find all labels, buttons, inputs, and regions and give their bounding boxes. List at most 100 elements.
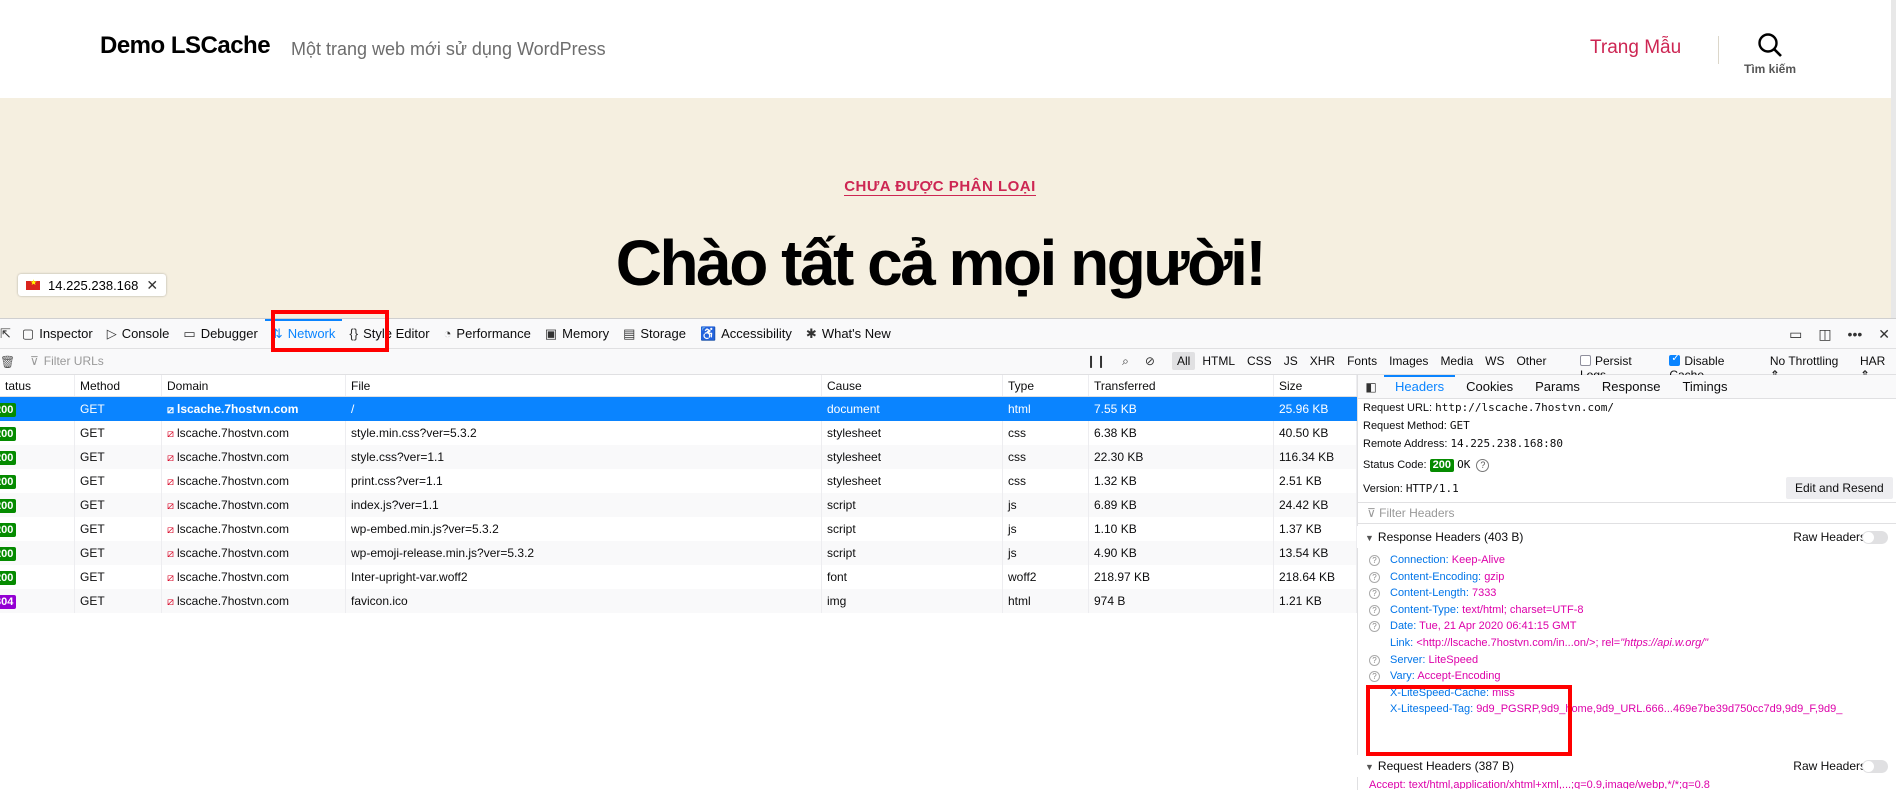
filter-headers-input[interactable]: ⊽ Filter Headers <box>1357 502 1896 524</box>
tab-network[interactable]: ⇅ Network <box>264 318 343 349</box>
tab-accessibility[interactable]: ♿ Accessibility <box>693 319 799 349</box>
filter-ws[interactable]: WS <box>1480 352 1509 370</box>
help-icon[interactable]: ? <box>1369 588 1380 600</box>
filter-urls-input[interactable]: ⊽ Filter URLs <box>30 354 104 368</box>
dock-options-icon[interactable]: ◫ <box>1818 326 1831 343</box>
close-icon[interactable]: ✕ <box>146 277 158 294</box>
pause-icon[interactable]: ❙❙ <box>1086 354 1106 369</box>
close-devtools-icon[interactable]: ✕ <box>1878 326 1890 343</box>
request-headers-section[interactable]: ▼ Request Headers (387 B) Raw Headers <box>1357 755 1896 777</box>
insecure-lock-icon: ⧄ <box>167 428 174 440</box>
response-header-line[interactable]: X-Litespeed-Tag: 9d9_PGSRP,9d9_home,9d9_… <box>1369 699 1842 719</box>
cell-type: css <box>1003 421 1089 445</box>
help-icon[interactable]: ? <box>1369 621 1380 633</box>
responsive-design-icon[interactable]: ▭ <box>1789 326 1802 343</box>
table-row[interactable]: 200GET⧄lscache.7hostvn.comwp-embed.min.j… <box>0 517 1357 541</box>
response-headers-section[interactable]: ▼ Response Headers (403 B) Raw Headers <box>1357 526 1896 548</box>
cell-size: 1.21 KB <box>1274 589 1357 613</box>
element-picker-button[interactable]: ⇱ <box>0 319 15 349</box>
cell-file: Inter-upright-var.woff2 <box>346 565 822 589</box>
console-icon: ▷ <box>106 325 117 341</box>
column-method[interactable]: Method <box>75 375 162 396</box>
table-row[interactable]: 200GET⧄lscache.7hostvn.comprint.css?ver=… <box>0 469 1357 493</box>
filter-fonts[interactable]: Fonts <box>1342 352 1382 370</box>
column-type[interactable]: Type <box>1003 375 1089 396</box>
section-title: Response Headers (403 B) <box>1377 530 1524 544</box>
column-size[interactable]: Size <box>1274 375 1357 396</box>
filter-images[interactable]: Images <box>1384 352 1433 370</box>
tab-label: Performance <box>456 326 531 341</box>
expand-triangle-icon: ▼ <box>1365 762 1374 772</box>
column-transferred[interactable]: Transferred <box>1089 375 1274 396</box>
help-icon[interactable]: ? <box>1476 459 1490 472</box>
filter-html[interactable]: HTML <box>1197 352 1240 370</box>
help-icon[interactable]: ? <box>1369 654 1380 666</box>
table-row[interactable]: 200GET⧄lscache.7hostvn.comindex.js?ver=1… <box>0 493 1357 517</box>
column-status[interactable]: tatus <box>0 375 75 396</box>
tab-params[interactable]: Params <box>1524 375 1591 399</box>
whats-new-icon: ✱ <box>805 325 817 341</box>
tab-style-editor[interactable]: {} Style Editor <box>342 319 436 349</box>
label: Version: <box>1363 483 1403 495</box>
network-icon: ⇅ <box>271 325 283 341</box>
search-icon[interactable]: ⌕ <box>1122 354 1129 369</box>
search-toggle[interactable]: Tìm kiếm <box>1735 32 1805 76</box>
tab-timings[interactable]: Timings <box>1671 375 1738 399</box>
request-header-line: Accept: text/html,application/xhtml+xml,… <box>1369 777 1710 789</box>
block-icon[interactable]: ⊘ <box>1145 354 1155 369</box>
table-row[interactable]: 200GET⧄lscache.7hostvn.com/documenthtml7… <box>0 397 1357 421</box>
raw-headers-toggle[interactable] <box>1862 760 1888 773</box>
column-cause[interactable]: Cause <box>822 375 1003 396</box>
site-title[interactable]: Demo LSCache <box>100 32 271 60</box>
toggle-panel-icon[interactable]: ◧ <box>1358 380 1384 394</box>
tab-memory[interactable]: ▣ Memory <box>538 319 616 349</box>
help-icon[interactable]: ? <box>1369 671 1380 683</box>
tab-console[interactable]: ▷ Console <box>100 319 177 349</box>
cell-method: GET <box>75 541 162 565</box>
value: GET <box>1449 419 1470 432</box>
tab-response[interactable]: Response <box>1591 375 1672 399</box>
cell-size: 116.34 KB <box>1274 445 1357 469</box>
category-link[interactable]: CHƯA ĐƯỢC PHÂN LOẠI <box>844 178 1036 196</box>
domain-text: lscache.7hostvn.com <box>177 594 290 608</box>
tab-whats-new[interactable]: ✱ What's New <box>799 319 898 349</box>
tab-cookies[interactable]: Cookies <box>1455 375 1524 399</box>
filter-css[interactable]: CSS <box>1242 352 1277 370</box>
tab-storage[interactable]: ▤ Storage <box>616 319 693 349</box>
filter-xhr[interactable]: XHR <box>1305 352 1340 370</box>
cell-domain: ⧄ lscache.7hostvn.com <box>162 445 346 469</box>
cell-transferred: 4.90 KB <box>1089 541 1274 565</box>
header-value: gzip <box>1484 570 1505 583</box>
raw-headers-toggle[interactable] <box>1862 531 1888 544</box>
tab-inspector[interactable]: ▢ Inspector <box>15 319 100 349</box>
tab-headers[interactable]: Headers <box>1384 374 1456 399</box>
nav-link-trang-mau[interactable]: Trang Mẫu <box>1590 37 1681 59</box>
header-value: LiteSpeed <box>1428 653 1479 666</box>
filter-js[interactable]: JS <box>1279 352 1303 370</box>
help-icon[interactable]: ? <box>1369 604 1380 616</box>
help-icon[interactable]: ? <box>1369 555 1380 566</box>
help-icon[interactable]: ? <box>1369 571 1380 583</box>
cell-transferred: 1.10 KB <box>1089 517 1274 541</box>
table-row[interactable]: 200GET⧄lscache.7hostvn.comstyle.css?ver=… <box>0 445 1357 469</box>
cell-status: 200 <box>0 397 75 421</box>
request-rows: 200GET⧄lscache.7hostvn.com/documenthtml7… <box>0 397 1357 613</box>
table-row[interactable]: 200GET⧄lscache.7hostvn.comwp-emoji-relea… <box>0 541 1357 565</box>
filter-media[interactable]: Media <box>1435 352 1478 370</box>
table-row[interactable]: 304GET⧄lscache.7hostvn.comfavicon.icoimg… <box>0 589 1357 613</box>
edit-and-resend-button[interactable]: Edit and Resend <box>1786 477 1893 499</box>
table-row[interactable]: 200GET⧄lscache.7hostvn.comstyle.min.css?… <box>0 421 1357 445</box>
insecure-lock-icon: ⧄ <box>167 524 174 536</box>
tab-performance[interactable]: ◔ Performance <box>437 319 538 349</box>
cell-status: 200 <box>0 421 75 445</box>
filter-all[interactable]: All <box>1172 352 1196 370</box>
cell-cause: script <box>822 493 1003 517</box>
page-scrollbar[interactable] <box>1891 0 1896 318</box>
trash-icon[interactable]: 🗑 <box>0 355 15 369</box>
column-domain[interactable]: Domain <box>162 375 346 396</box>
table-row[interactable]: 200GET⧄lscache.7hostvn.comInter-upright-… <box>0 565 1357 589</box>
more-options-icon[interactable]: ••• <box>1848 326 1863 342</box>
filter-other[interactable]: Other <box>1511 352 1551 370</box>
tab-debugger[interactable]: ▭ Debugger <box>176 319 264 349</box>
column-file[interactable]: File <box>346 375 822 396</box>
